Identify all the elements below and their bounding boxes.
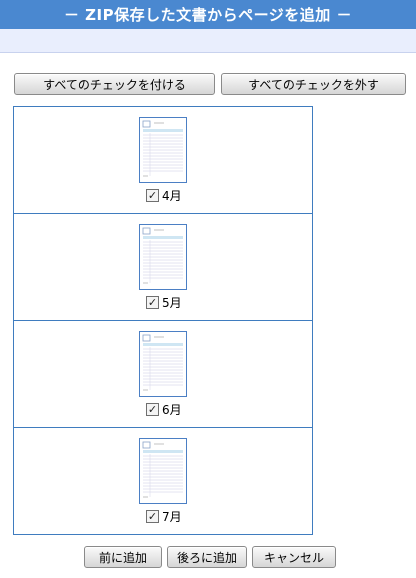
page-label: 5月 [162, 295, 182, 310]
window-title: － ZIP保存した文書からページを追加 － [0, 0, 416, 29]
page-label: 6月 [162, 402, 182, 417]
page-item: ✓ 5月 [14, 214, 312, 321]
page-label: 4月 [162, 188, 182, 203]
add-after-button[interactable]: 後ろに追加 [167, 546, 247, 568]
page-checkbox-row[interactable]: ✓ 6月 [146, 401, 182, 417]
uncheck-all-button[interactable]: すべてのチェックを外す [221, 73, 406, 95]
page-item: ✓ 7月 [14, 428, 312, 535]
cancel-button[interactable]: キャンセル [252, 546, 336, 568]
page-thumbnail[interactable] [139, 224, 187, 290]
page-checkbox-row[interactable]: ✓ 5月 [146, 294, 182, 310]
checkbox[interactable]: ✓ [146, 295, 159, 309]
check-mark-icon: ✓ [147, 509, 158, 523]
page-list: ✓ 4月 ✓ 5月 ✓ 6月 ✓ 7月 [13, 106, 313, 535]
page-label: 7月 [162, 509, 182, 524]
add-before-button[interactable]: 前に追加 [84, 546, 162, 568]
page-checkbox-row[interactable]: ✓ 4月 [146, 187, 182, 203]
check-mark-icon: ✓ [147, 188, 158, 202]
checkbox[interactable]: ✓ [146, 402, 159, 416]
page-checkbox-row[interactable]: ✓ 7月 [146, 508, 182, 524]
check-mark-icon: ✓ [147, 402, 158, 416]
page-item: ✓ 4月 [14, 107, 312, 214]
checkbox[interactable]: ✓ [146, 188, 159, 202]
checkbox[interactable]: ✓ [146, 509, 159, 523]
page-thumbnail[interactable] [139, 117, 187, 183]
page-thumbnail[interactable] [139, 331, 187, 397]
page-item: ✓ 6月 [14, 321, 312, 428]
check-all-button[interactable]: すべてのチェックを付ける [14, 73, 215, 95]
page-thumbnail[interactable] [139, 438, 187, 504]
sub-header-bar [0, 29, 416, 53]
check-mark-icon: ✓ [147, 295, 158, 309]
